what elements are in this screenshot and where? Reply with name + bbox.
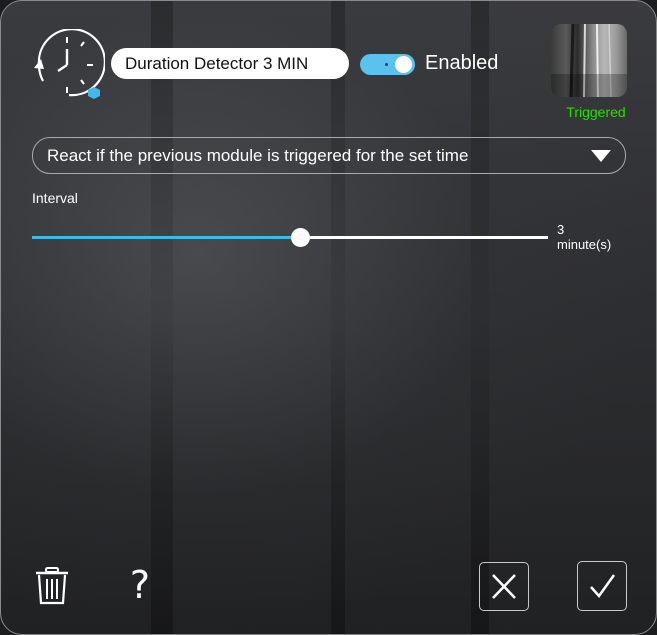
- slider-fill: [32, 236, 300, 239]
- background-texture: [331, 1, 345, 634]
- confirm-button[interactable]: [577, 561, 627, 611]
- detector-settings-panel: Enabled Triggered React if the previous …: [0, 0, 657, 635]
- interval-unit: minute(s): [557, 237, 612, 252]
- camera-preview-thumbnail[interactable]: [551, 24, 627, 97]
- background-texture: [471, 1, 489, 634]
- interval-value-readout: 3 minute(s): [557, 222, 611, 252]
- dropdown-arrow-icon: [591, 150, 611, 162]
- background-texture: [151, 1, 173, 634]
- trigger-status-label: Triggered: [566, 104, 626, 120]
- detector-name-input[interactable]: [111, 48, 349, 79]
- trash-icon: [36, 567, 68, 605]
- interval-slider[interactable]: [32, 226, 548, 248]
- interval-label: Interval: [32, 190, 78, 206]
- enabled-toggle[interactable]: [360, 54, 415, 75]
- trigger-mode-selected-value: React if the previous module is triggere…: [47, 146, 469, 165]
- interval-value: 3: [557, 222, 565, 237]
- enabled-label: Enabled: [425, 52, 499, 74]
- toggle-knob: [395, 56, 412, 73]
- delete-button[interactable]: [34, 567, 70, 605]
- toggle-indicator-dot: [385, 63, 388, 66]
- close-icon: [492, 574, 516, 599]
- checkmark-icon: [590, 574, 616, 599]
- question-mark-icon: ?: [129, 563, 151, 607]
- help-button[interactable]: ?: [123, 564, 157, 606]
- trigger-mode-select[interactable]: React if the previous module is triggere…: [32, 137, 626, 174]
- duration-clock-icon: [29, 28, 106, 101]
- cancel-button[interactable]: [479, 562, 529, 611]
- slider-handle[interactable]: [291, 228, 310, 247]
